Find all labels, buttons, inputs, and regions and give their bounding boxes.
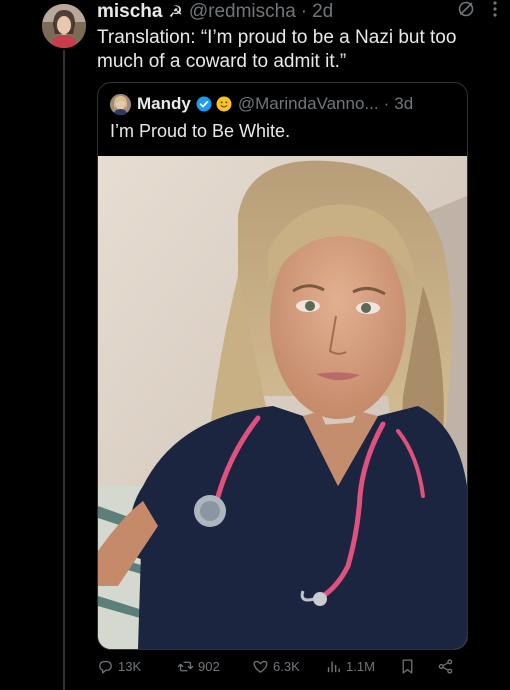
bookmark-icon xyxy=(402,659,413,674)
tweet-text: Translation: “I’m proud to be a Nazi but… xyxy=(97,27,457,72)
reply-icon xyxy=(99,660,112,674)
view-count: 1.1M xyxy=(346,659,375,674)
quote-author-handle[interactable]: @MarindaVanno... xyxy=(238,94,379,114)
quote-text: I’m Proud to Be White. xyxy=(110,121,291,141)
tweet-header: mischa ☭ @redmischa · 2d xyxy=(97,0,497,24)
repost-button[interactable]: 902 xyxy=(177,658,220,675)
repost-icon xyxy=(177,661,194,672)
views-button[interactable]: 1.1M xyxy=(325,658,375,675)
author-avatar[interactable] xyxy=(42,4,86,48)
author-handle[interactable]: @redmischa xyxy=(189,1,296,23)
separator-dot: · xyxy=(300,1,308,22)
heart-icon xyxy=(253,660,268,673)
verified-badge-icon xyxy=(196,96,212,112)
like-button[interactable]: 6.3K xyxy=(252,658,300,675)
like-count: 6.3K xyxy=(273,659,300,674)
reply-count: 13K xyxy=(118,659,142,674)
selfie-photo-illustration xyxy=(98,156,467,649)
hammer-sickle-icon: ☭ xyxy=(168,4,183,21)
quote-separator-dot: · xyxy=(383,94,390,113)
thread-line xyxy=(63,50,65,690)
repost-count: 902 xyxy=(198,659,220,674)
tweet-action-bar: 13K 902 6.3K 1.1M xyxy=(97,656,469,678)
share-icon xyxy=(438,659,453,674)
smiley-emoji-icon xyxy=(216,96,232,112)
bookmark-button[interactable] xyxy=(399,658,416,675)
analytics-icon xyxy=(327,661,340,673)
quoted-tweet-card[interactable]: Mandy @MarindaVanno... · 3d I’m Proud to… xyxy=(97,82,468,650)
grok-icon[interactable] xyxy=(457,0,475,24)
quote-photo[interactable] xyxy=(98,156,467,649)
quote-timestamp[interactable]: 3d xyxy=(394,94,413,114)
header-actions xyxy=(457,0,497,24)
quote-author-avatar[interactable] xyxy=(110,93,131,115)
tweet-timestamp[interactable]: 2d xyxy=(312,1,333,23)
quote-header: Mandy @MarindaVanno... · 3d xyxy=(110,93,460,115)
reply-button[interactable]: 13K xyxy=(97,658,141,675)
more-options-icon[interactable] xyxy=(493,0,497,24)
quote-author-name[interactable]: Mandy xyxy=(137,94,191,114)
share-button[interactable] xyxy=(437,658,454,675)
author-name[interactable]: mischa xyxy=(97,1,162,23)
